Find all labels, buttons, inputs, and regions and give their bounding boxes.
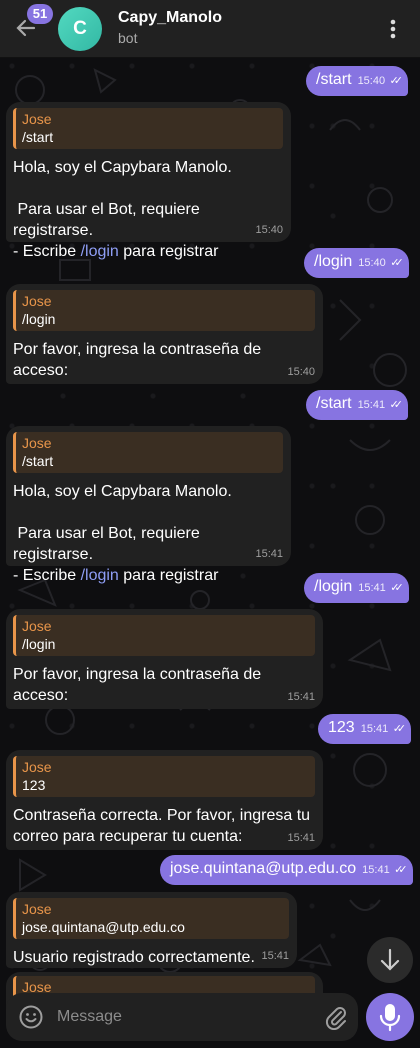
message-text: /login xyxy=(314,253,353,270)
message-line: Usuario registrado correctamente. xyxy=(13,949,255,966)
paperclip-icon[interactable] xyxy=(324,1004,348,1030)
microphone-button[interactable] xyxy=(366,993,414,1041)
message-text: Por favor, ingresa la contraseña de acces… xyxy=(13,664,315,706)
outgoing-message[interactable]: /start 15:41 ✓✓ xyxy=(306,390,408,420)
message-line: acceso: xyxy=(13,687,69,704)
message-composer[interactable]: Message xyxy=(6,993,358,1041)
message-time: 15:41 xyxy=(255,548,283,560)
outgoing-message[interactable]: 123 15:41 ✓✓ xyxy=(318,714,412,744)
reply-text: /start xyxy=(22,453,54,469)
more-vertical-icon[interactable] xyxy=(384,16,402,42)
message-line: Por favor, ingresa la contraseña de xyxy=(13,666,262,683)
chat-title[interactable]: Capy_Manolo xyxy=(118,9,222,27)
message-line: Hola, soy el Capybara Manolo. xyxy=(13,483,232,500)
incoming-message[interactable]: Jose /login Por favor, ingresa la contra… xyxy=(6,609,323,709)
reply-quote[interactable]: Jose jose.quintana@utp.edu.co xyxy=(13,898,289,939)
microphone-icon xyxy=(379,1004,401,1032)
message-line: para registrar xyxy=(118,243,219,260)
message-text: Hola, soy el Capybara Manolo. Para usar … xyxy=(13,157,283,262)
reply-quote[interactable]: Jose /start xyxy=(13,108,283,149)
message-time: 15:41 xyxy=(287,691,315,703)
double-check-icon: ✓✓ xyxy=(389,75,404,87)
reply-text: 123 xyxy=(22,777,46,793)
message-line: Para usar el Bot, requiere registrarse. xyxy=(13,201,205,239)
incoming-message[interactable]: Jose 123 Contraseña correcta. Por favor,… xyxy=(6,750,323,850)
message-text: Por favor, ingresa la contraseña de acces… xyxy=(13,339,315,381)
chat-header: 51 C Capy_Manolo bot xyxy=(0,0,420,58)
message-text: Hola, soy el Capybara Manolo. Para usar … xyxy=(13,481,283,586)
avatar[interactable]: C xyxy=(58,7,102,51)
reply-author: Jose xyxy=(22,435,52,451)
message-line: - Escribe xyxy=(13,243,81,260)
reply-quote[interactable]: Jose /login xyxy=(13,615,315,656)
message-time: 15:41 xyxy=(261,950,289,962)
message-line: Hola, soy el Capybara Manolo. xyxy=(13,159,232,176)
message-time: 15:40 xyxy=(357,75,386,87)
reply-author: Jose xyxy=(22,111,52,127)
double-check-icon: ✓✓ xyxy=(392,723,407,735)
double-check-icon: ✓✓ xyxy=(390,582,404,594)
message-time: 15:41 xyxy=(362,864,390,876)
message-line: acceso: xyxy=(13,362,69,379)
message-text: Usuario registrado correctamente. xyxy=(13,947,289,968)
message-text: /start xyxy=(316,395,352,412)
unread-badge: 51 xyxy=(27,4,53,24)
message-line: correo para recuperar tu cuenta: xyxy=(13,828,243,845)
message-time: 15:40 xyxy=(255,224,283,236)
command-link[interactable]: /login xyxy=(81,567,119,584)
message-line: Por favor, ingresa la contraseña de xyxy=(13,341,262,358)
outgoing-message[interactable]: /login 15:41 ✓✓ xyxy=(304,573,409,603)
reply-quote[interactable]: Jose 123 xyxy=(13,756,315,797)
outgoing-message[interactable]: /login 15:40 ✓✓ xyxy=(304,248,409,278)
reply-text: /login xyxy=(22,636,56,652)
double-check-icon: ✓✓ xyxy=(389,399,404,411)
reply-author: Jose xyxy=(22,618,52,634)
message-text: /login xyxy=(314,578,353,595)
message-text: Contraseña correcta. Por favor, ingresa … xyxy=(13,805,315,847)
incoming-message[interactable]: Jose /start Hola, soy el Capybara Manolo… xyxy=(6,102,291,260)
message-line: - Escribe xyxy=(13,567,81,584)
message-time: 15:40 xyxy=(358,257,386,269)
message-text: /start xyxy=(316,71,352,88)
message-time: 15:41 xyxy=(360,723,389,735)
message-text: 123 xyxy=(328,719,355,736)
reply-quote[interactable]: Jose /start xyxy=(13,432,283,473)
message-line: Para usar el Bot, requiere registrarse. xyxy=(13,525,205,563)
reply-text: /start xyxy=(22,129,54,145)
arrow-down-icon xyxy=(380,948,400,971)
reply-author: Jose xyxy=(22,293,52,309)
outgoing-message[interactable]: jose.quintana@utp.edu.co 15:41 ✓✓ xyxy=(160,855,413,885)
reply-quote[interactable]: Jose /login xyxy=(13,290,315,331)
message-time: 15:41 xyxy=(287,832,315,844)
command-link[interactable]: /login xyxy=(81,243,119,260)
reply-author: Jose xyxy=(22,759,52,775)
incoming-message[interactable]: Jose /start Hola, soy el Capybara Manolo… xyxy=(6,426,291,584)
message-time: 15:40 xyxy=(287,366,315,378)
incoming-message[interactable]: Jose /login Por favor, ingresa la contra… xyxy=(6,284,323,384)
message-input[interactable]: Message xyxy=(57,1008,122,1026)
message-time: 15:41 xyxy=(358,582,386,594)
outgoing-message[interactable]: /start 15:40 ✓✓ xyxy=(306,66,408,96)
reply-text: jose.quintana@utp.edu.co xyxy=(22,919,185,935)
double-check-icon: ✓✓ xyxy=(390,257,404,269)
smiley-icon[interactable] xyxy=(18,1004,44,1030)
message-text: jose.quintana@utp.edu.co xyxy=(170,860,357,877)
scroll-to-bottom-button[interactable] xyxy=(367,937,413,983)
message-line: Contraseña correcta. Por favor, ingresa … xyxy=(13,807,311,824)
reply-author: Jose xyxy=(22,901,52,917)
incoming-message[interactable]: Jose jose.quintana@utp.edu.co Usuario re… xyxy=(6,892,297,968)
message-line: para registrar xyxy=(118,567,219,584)
message-time: 15:41 xyxy=(357,399,386,411)
chat-subtitle: bot xyxy=(118,30,138,46)
reply-text: /login xyxy=(22,311,56,327)
double-check-icon: ✓✓ xyxy=(394,864,408,876)
